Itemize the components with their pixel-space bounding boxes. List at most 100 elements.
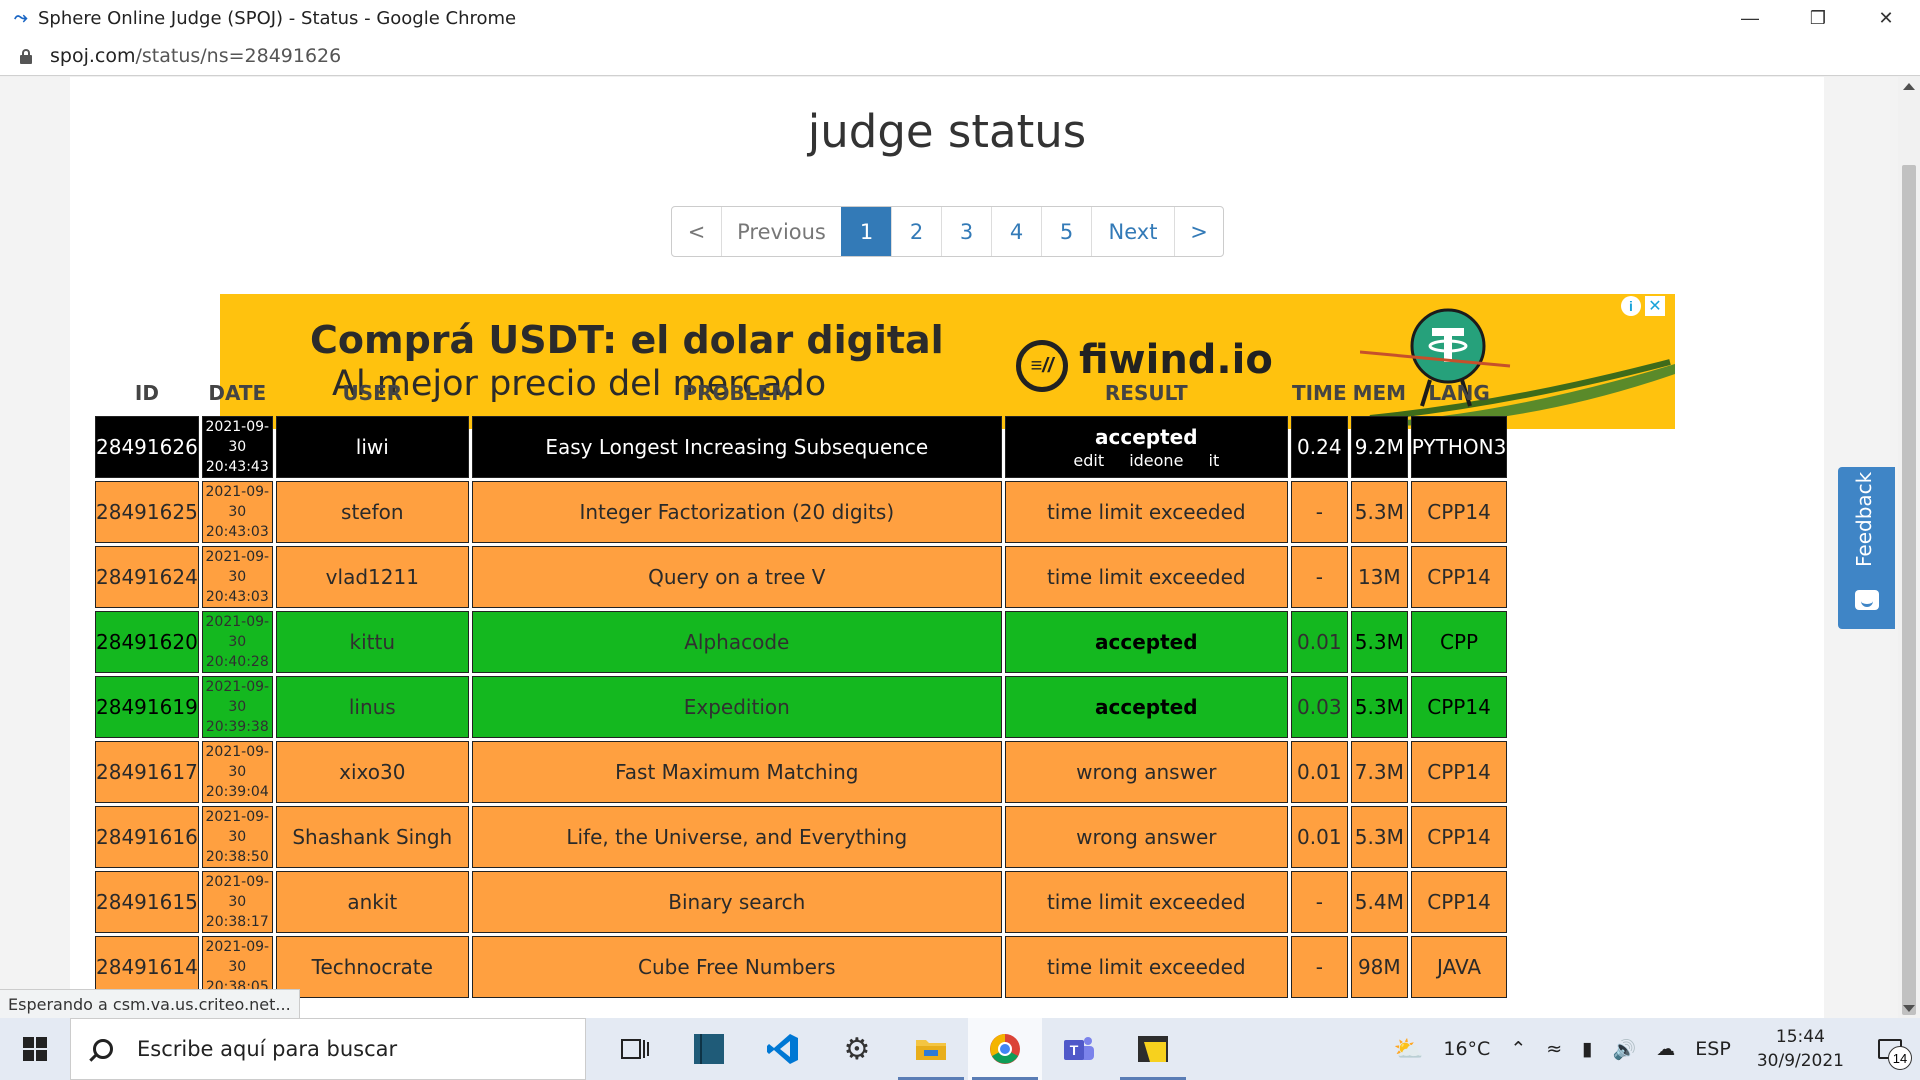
pagination-page-4[interactable]: 4 <box>991 207 1041 256</box>
wifi-icon[interactable]: ≈ <box>1546 1038 1562 1060</box>
start-button[interactable] <box>0 1018 70 1080</box>
scroll-down-icon[interactable] <box>1903 1005 1915 1012</box>
pagination-next[interactable]: Next <box>1091 207 1174 256</box>
cell-date-day: 2021-09-30 <box>205 679 270 715</box>
cell-lang: CPP14 <box>1410 741 1508 803</box>
window-controls: — ❒ ✕ <box>1716 0 1920 36</box>
cell-problem[interactable]: Alphacode <box>471 611 1002 673</box>
ad-close-icon[interactable]: ✕ <box>1645 296 1665 316</box>
cell-date: 2021-09-30 20:38:17 <box>201 871 273 933</box>
page-scrollbar[interactable] <box>1898 77 1920 1018</box>
weather-temp[interactable]: 16°C <box>1443 1038 1490 1060</box>
cell-lang: CPP14 <box>1410 806 1508 868</box>
ideone-link[interactable]: ideone it <box>1129 451 1219 470</box>
taskbar-app-sticky-notes[interactable] <box>1116 1018 1190 1080</box>
cell-id[interactable]: 28491617 <box>95 741 199 803</box>
cell-id[interactable]: 28491625 <box>95 481 199 543</box>
cell-user[interactable]: vlad1211 <box>275 546 469 608</box>
chevron-up-icon[interactable]: ⌃ <box>1510 1038 1526 1060</box>
cell-problem[interactable]: Expedition <box>471 676 1002 738</box>
pagination-page-5[interactable]: 5 <box>1041 207 1091 256</box>
cell-problem[interactable]: Easy Longest Increasing Subsequence <box>471 416 1002 478</box>
weather-icon[interactable]: ⛅ <box>1393 1035 1423 1063</box>
minimize-button[interactable]: — <box>1716 0 1784 36</box>
ad-choices: i ✕ <box>1621 296 1665 316</box>
cell-user[interactable]: Technocrate <box>275 936 469 998</box>
cell-result: time limit exceeded <box>1004 936 1288 998</box>
pagination-page-1[interactable]: 1 <box>841 207 891 256</box>
volume-icon[interactable]: 🔊 <box>1613 1038 1637 1061</box>
cell-problem[interactable]: Integer Factorization (20 digits) <box>471 481 1002 543</box>
cell-problem[interactable]: Life, the Universe, and Everything <box>471 806 1002 868</box>
close-button[interactable]: ✕ <box>1852 0 1920 36</box>
clock-date: 30/9/2021 <box>1756 1051 1844 1071</box>
edit-link[interactable]: edit <box>1073 451 1104 470</box>
cell-id[interactable]: 28491619 <box>95 676 199 738</box>
table-row: 28491625 2021-09-30 20:43:03 stefon Integ… <box>95 481 1508 543</box>
task-view-button[interactable] <box>598 1018 672 1080</box>
notification-center-button[interactable]: 14 <box>1860 1018 1920 1080</box>
address-bar[interactable]: spoj.com/status/ns=28491626 <box>0 36 1920 76</box>
result-text: accepted <box>1095 424 1198 449</box>
cell-mem: 98M <box>1350 936 1408 998</box>
cell-mem: 5.4M <box>1350 871 1408 933</box>
taskbar-app-explorer[interactable] <box>894 1018 968 1080</box>
cell-id[interactable]: 28491624 <box>95 546 199 608</box>
url-text[interactable]: spoj.com/status/ns=28491626 <box>50 45 341 67</box>
taskbar-search[interactable]: Escribe aquí para buscar <box>70 1018 586 1080</box>
cell-date: 2021-09-30 20:43:03 <box>201 481 273 543</box>
feedback-tab[interactable]: Feedback <box>1838 467 1895 629</box>
cell-problem[interactable]: Query on a tree V <box>471 546 1002 608</box>
battery-icon[interactable]: ▮ <box>1582 1038 1592 1060</box>
taskbar-app-settings[interactable]: ⚙ <box>820 1018 894 1080</box>
pagination-page-2[interactable]: 2 <box>891 207 941 256</box>
cell-id[interactable]: 28491615 <box>95 871 199 933</box>
taskbar-clock[interactable]: 15:44 30/9/2021 <box>1757 1025 1844 1073</box>
cell-user[interactable]: kittu <box>275 611 469 673</box>
cell-date-day: 2021-09-30 <box>205 874 270 910</box>
scroll-up-icon[interactable] <box>1903 83 1915 90</box>
teams-icon: T <box>1064 1037 1094 1060</box>
cell-user[interactable]: linus <box>275 676 469 738</box>
page-title: judge status <box>807 105 1087 158</box>
taskbar-app-teams[interactable]: T <box>1042 1018 1116 1080</box>
cell-date-time: 20:39:38 <box>205 719 269 735</box>
cell-problem[interactable]: Binary search <box>471 871 1002 933</box>
lock-icon[interactable] <box>20 48 32 64</box>
ad-info-icon[interactable]: i <box>1621 296 1641 316</box>
feedback-label: Feedback <box>1852 471 1876 567</box>
pagination-prev-arrow[interactable]: < <box>672 207 721 256</box>
taskbar-app-book[interactable] <box>672 1018 746 1080</box>
cell-date-day: 2021-09-30 <box>205 484 270 520</box>
cell-mem: 7.3M <box>1350 741 1408 803</box>
cell-id[interactable]: 28491626 <box>95 416 199 478</box>
scroll-thumb[interactable] <box>1902 165 1916 1015</box>
pagination-next-arrow[interactable]: > <box>1174 207 1223 256</box>
url-host: spoj.com <box>50 44 136 67</box>
col-header-user: USER <box>342 381 403 405</box>
pagination-previous[interactable]: Previous <box>721 207 841 256</box>
taskbar-app-vscode[interactable] <box>746 1018 820 1080</box>
onedrive-cloud-icon[interactable]: ☁ <box>1656 1038 1675 1060</box>
input-language[interactable]: ESP <box>1695 1038 1731 1060</box>
cell-user[interactable]: Shashank Singh <box>275 806 469 868</box>
pagination: < Previous 1 2 3 4 5 Next > <box>671 206 1224 257</box>
window-title: Sphere Online Judge (SPOJ) - Status - Go… <box>38 7 517 29</box>
cell-problem[interactable]: Fast Maximum Matching <box>471 741 1002 803</box>
table-row: 28491624 2021-09-30 20:43:03 vlad1211 Que… <box>95 546 1508 608</box>
cell-user[interactable]: stefon <box>275 481 469 543</box>
cell-time: - <box>1290 481 1348 543</box>
cell-id[interactable]: 28491620 <box>95 611 199 673</box>
cell-user[interactable]: ankit <box>275 871 469 933</box>
cell-user[interactable]: xixo30 <box>275 741 469 803</box>
pagination-page-3[interactable]: 3 <box>941 207 991 256</box>
taskbar-app-chrome[interactable] <box>968 1018 1042 1080</box>
cell-user[interactable]: liwi <box>275 416 469 478</box>
cell-problem[interactable]: Cube Free Numbers <box>471 936 1002 998</box>
cell-mem: 9.2M <box>1350 416 1408 478</box>
cell-id[interactable]: 28491616 <box>95 806 199 868</box>
cell-time: 0.01 <box>1290 611 1348 673</box>
cell-date-time: 20:43:03 <box>205 589 269 605</box>
cell-date-day: 2021-09-30 <box>205 549 270 585</box>
maximize-button[interactable]: ❒ <box>1784 0 1852 36</box>
